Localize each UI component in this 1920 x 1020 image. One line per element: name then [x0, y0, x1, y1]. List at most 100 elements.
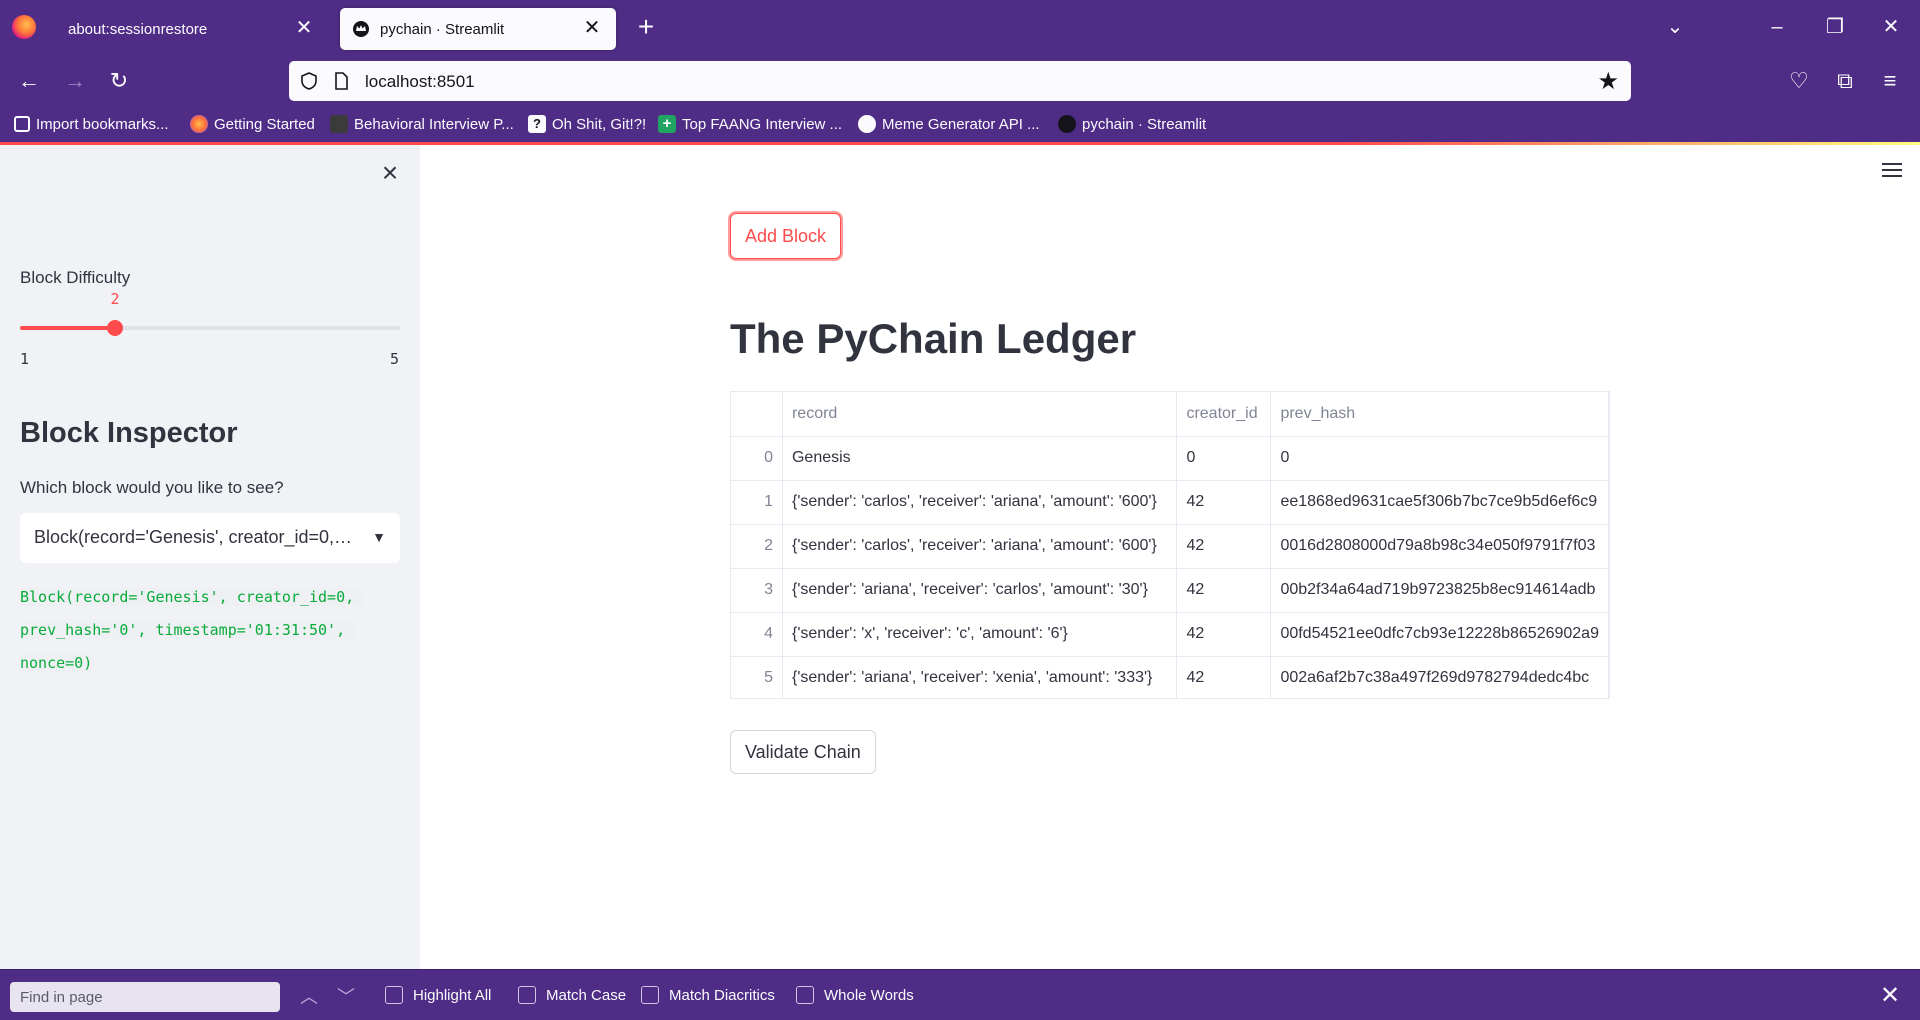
column-header-record[interactable]: record: [782, 392, 1178, 437]
prev-hash-cell[interactable]: 0016d2808000d79a8b98c34e050f9791f7f03: [1270, 524, 1609, 569]
prev-hash-cell[interactable]: ee1868ed9631cae5f306b7bc7ce9b5d6ef6c9: [1270, 480, 1609, 525]
table-row: 0 Genesis 0 0: [731, 436, 1609, 481]
difficulty-slider-track[interactable]: 2: [20, 290, 400, 336]
prev-hash-cell[interactable]: 00b2f34a64ad719b9723825b8ec914614adb: [1270, 568, 1609, 613]
table-row: 4 {'sender': 'x', 'receiver': 'c', 'amou…: [731, 612, 1609, 657]
option-label: Whole Words: [824, 986, 914, 1004]
bookmark-label: Getting Started: [214, 115, 315, 133]
import-icon: [14, 116, 30, 132]
highlight-all-checkbox[interactable]: Highlight All: [385, 986, 491, 1004]
row-index[interactable]: 1: [731, 480, 783, 525]
table-row: 3 {'sender': 'ariana', 'receiver': 'carl…: [731, 568, 1609, 613]
tab-title: about:sessionrestore: [68, 20, 208, 38]
url-bar[interactable]: localhost:8501 ★: [289, 61, 1631, 101]
bookmark-getting-started[interactable]: Getting Started: [190, 112, 315, 136]
prev-hash-cell[interactable]: 00fd54521ee0dfc7cb93e12228b86526902a9: [1270, 612, 1609, 657]
restore-icon[interactable]: ❐: [1820, 12, 1850, 42]
url-text[interactable]: localhost:8501: [365, 72, 475, 92]
list-all-tabs-icon[interactable]: ⌄: [1660, 12, 1690, 42]
hamburger-menu-icon[interactable]: [1882, 163, 1902, 179]
match-case-checkbox[interactable]: Match Case: [518, 986, 626, 1004]
ledger-table[interactable]: record creator_id prev_hash 0 Genesis 0 …: [730, 391, 1610, 699]
checkbox-icon: [641, 986, 659, 1004]
reload-icon[interactable]: ↻: [102, 64, 136, 98]
checkbox-icon: [518, 986, 536, 1004]
page-icon[interactable]: [331, 71, 351, 91]
option-label: Match Case: [546, 986, 627, 1004]
block-selectbox[interactable]: Block(record='Genesis', creator_id=0, pr…: [20, 513, 400, 563]
forward-arrow-icon[interactable]: →: [58, 64, 92, 98]
back-arrow-icon[interactable]: ←: [12, 64, 46, 98]
table-header-row: record creator_id prev_hash: [731, 392, 1609, 437]
pocket-icon[interactable]: ♡: [1782, 64, 1816, 98]
add-block-button[interactable]: Add Block: [730, 213, 842, 259]
bookmark-star-icon[interactable]: ★: [1597, 67, 1619, 96]
new-tab-button[interactable]: +: [630, 12, 662, 44]
window-close-icon[interactable]: ✕: [1876, 12, 1906, 42]
row-index[interactable]: 2: [731, 524, 783, 569]
firefox-logo-icon[interactable]: [12, 15, 36, 39]
record-cell[interactable]: {'sender': 'ariana', 'receiver': 'carlos…: [782, 568, 1178, 613]
record-cell[interactable]: {'sender': 'ariana', 'receiver': 'xenia'…: [782, 656, 1178, 698]
creator-id-cell[interactable]: 42: [1176, 524, 1272, 569]
bookmark-pychain[interactable]: pychain · Streamlit: [1058, 112, 1206, 136]
shield-icon[interactable]: [299, 71, 319, 91]
tab-pychain[interactable]: pychain · Streamlit ✕: [340, 8, 616, 50]
record-cell[interactable]: {'sender': 'carlos', 'receiver': 'ariana…: [782, 480, 1178, 525]
find-input[interactable]: [10, 982, 280, 1012]
find-bar: ︿ ﹀ Highlight All Match Case Match Diacr…: [0, 969, 1920, 1020]
bookmarks-toolbar: Import bookmarks... Getting Started Beha…: [0, 106, 1920, 142]
extensions-icon[interactable]: ⧉: [1828, 64, 1862, 98]
bookmark-oh-shit-git[interactable]: ? Oh Shit, Git!?!: [528, 112, 646, 136]
prev-hash-cell[interactable]: 002a6af2b7c38a497f269d9782794dedc4bc: [1270, 656, 1609, 698]
tab-title: pychain · Streamlit: [380, 20, 505, 38]
creator-id-cell[interactable]: 42: [1176, 656, 1272, 698]
record-cell[interactable]: Genesis: [782, 436, 1178, 481]
column-header-creator-id[interactable]: creator_id: [1176, 392, 1272, 437]
block-code-output: Block(record='Genesis', creator_id=0, pr…: [20, 581, 380, 680]
bookmark-meme-api[interactable]: Meme Generator API ...: [858, 112, 1040, 136]
slider-value: 2: [110, 290, 120, 308]
bookmark-label: Top FAANG Interview ...: [682, 115, 843, 133]
creator-id-cell[interactable]: 42: [1176, 480, 1272, 525]
table-row: 5 {'sender': 'ariana', 'receiver': 'xeni…: [731, 656, 1609, 698]
whole-words-checkbox[interactable]: Whole Words: [796, 986, 914, 1004]
close-tab-icon[interactable]: ✕: [292, 16, 316, 40]
row-index[interactable]: 3: [731, 568, 783, 613]
bookmark-label: Behavioral Interview P...: [354, 115, 514, 133]
find-previous-icon[interactable]: ︿: [295, 984, 323, 1010]
bookmark-behavioral[interactable]: Behavioral Interview P...: [330, 112, 514, 136]
bookmark-label: pychain · Streamlit: [1082, 115, 1207, 133]
minimize-icon[interactable]: –: [1762, 12, 1792, 42]
column-header-index[interactable]: [731, 392, 783, 437]
bookmark-faang[interactable]: + Top FAANG Interview ...: [658, 112, 842, 136]
record-cell[interactable]: {'sender': 'x', 'receiver': 'c', 'amount…: [782, 612, 1178, 657]
app-menu-icon[interactable]: ≡: [1873, 64, 1907, 98]
creator-id-cell[interactable]: 42: [1176, 568, 1272, 613]
row-index[interactable]: 0: [731, 436, 783, 481]
record-cell[interactable]: {'sender': 'carlos', 'receiver': 'ariana…: [782, 524, 1178, 569]
browser-navbar: ← → ↻ localhost:8501 ★ ♡ ⧉ ≡: [0, 56, 1920, 106]
option-label: Highlight All: [413, 986, 492, 1004]
find-next-icon[interactable]: ﹀: [332, 984, 360, 1010]
row-index[interactable]: 5: [731, 656, 783, 698]
edx-icon: [330, 115, 348, 133]
slider-thumb[interactable]: 2: [107, 290, 123, 336]
match-diacritics-checkbox[interactable]: Match Diacritics: [641, 986, 775, 1004]
page-title: The PyChain Ledger: [730, 315, 1137, 362]
prev-hash-cell[interactable]: 0: [1270, 436, 1609, 481]
row-index[interactable]: 4: [731, 612, 783, 657]
column-header-prev-hash[interactable]: prev_hash: [1270, 392, 1609, 437]
bookmark-label: Import bookmarks...: [36, 115, 169, 133]
close-sidebar-icon[interactable]: ×: [376, 159, 404, 187]
sidebar: × Block Difficulty 2 1 5 Block Inspector…: [0, 145, 420, 969]
creator-id-cell[interactable]: 0: [1176, 436, 1272, 481]
close-find-bar-icon[interactable]: ✕: [1876, 982, 1904, 1010]
tab-sessionrestore[interactable]: about:sessionrestore ✕: [52, 8, 328, 50]
option-label: Match Diacritics: [669, 986, 775, 1004]
creator-id-cell[interactable]: 42: [1176, 612, 1272, 657]
browser-titlebar: about:sessionrestore ✕ pychain · Streaml…: [0, 0, 1920, 56]
close-tab-icon[interactable]: ✕: [580, 16, 604, 40]
bookmark-import[interactable]: Import bookmarks...: [14, 112, 169, 136]
validate-chain-button[interactable]: Validate Chain: [730, 730, 876, 774]
